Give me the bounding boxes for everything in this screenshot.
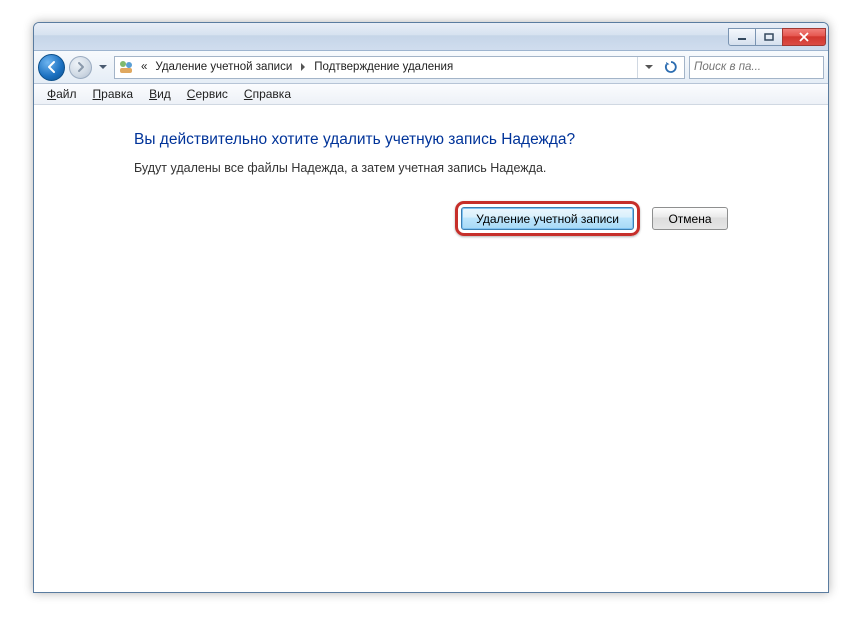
cancel-button[interactable]: Отмена <box>652 207 728 230</box>
button-row: Удаление учетной записи Отмена <box>134 201 808 236</box>
breadcrumb-prefix[interactable]: « <box>137 57 151 78</box>
breadcrumb-segment-1[interactable]: Удаление учетной записи <box>151 57 296 78</box>
close-button[interactable] <box>782 28 826 46</box>
menu-tools[interactable]: Сервис <box>180 86 235 102</box>
titlebar <box>34 23 828 51</box>
search-box[interactable] <box>689 56 824 79</box>
maximize-button[interactable] <box>755 28 783 46</box>
menubar: Файл Правка Вид Сервис Справка <box>34 84 828 105</box>
search-input[interactable] <box>694 61 829 73</box>
window: « Удаление учетной записи Подтверждение … <box>33 22 829 593</box>
page-description: Будут удалены все файлы Надежда, а затем… <box>134 161 808 175</box>
content-area: Вы действительно хотите удалить учетную … <box>34 105 828 256</box>
breadcrumb-right-controls <box>637 57 682 78</box>
minimize-button[interactable] <box>728 28 756 46</box>
refresh-button[interactable] <box>660 57 682 78</box>
navbar: « Удаление учетной записи Подтверждение … <box>34 51 828 84</box>
breadcrumb[interactable]: « Удаление учетной записи Подтверждение … <box>114 56 685 79</box>
highlight-ring: Удаление учетной записи <box>455 201 640 236</box>
delete-account-button[interactable]: Удаление учетной записи <box>461 207 634 230</box>
menu-help[interactable]: Справка <box>237 86 298 102</box>
page-title: Вы действительно хотите удалить учетную … <box>134 131 808 149</box>
breadcrumb-segment-2[interactable]: Подтверждение удаления <box>310 57 457 78</box>
nav-back-button[interactable] <box>38 54 65 81</box>
user-accounts-icon <box>118 59 134 75</box>
breadcrumb-separator-icon[interactable] <box>296 57 310 78</box>
menu-edit[interactable]: Правка <box>86 86 141 102</box>
nav-forward-button[interactable] <box>69 56 92 79</box>
menu-view[interactable]: Вид <box>142 86 178 102</box>
menu-file[interactable]: Файл <box>40 86 84 102</box>
window-controls <box>729 28 826 46</box>
breadcrumb-dropdown-button[interactable] <box>638 57 660 78</box>
nav-history-dropdown[interactable] <box>96 56 110 78</box>
